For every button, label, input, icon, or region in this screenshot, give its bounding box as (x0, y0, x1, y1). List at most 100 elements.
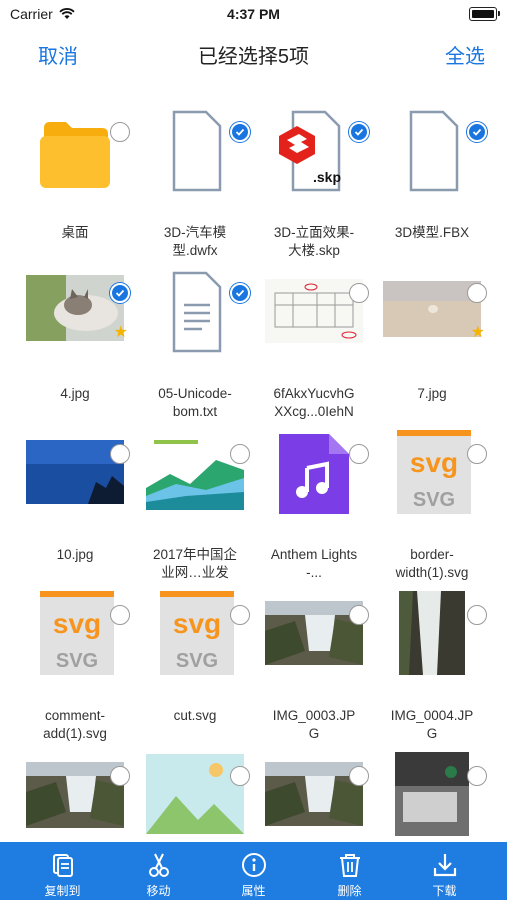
file-name: 7.jpg (417, 386, 447, 401)
file-icon: svg SVG (383, 430, 481, 514)
file-name: border- width(1).svg (395, 547, 469, 580)
svg-text:svg: svg (53, 608, 101, 639)
toolbar-button-label: 属性 (241, 884, 266, 898)
toolbar-button-label: 复制到 (44, 884, 81, 898)
file-item[interactable]: 05-Unicode- bom.txt (136, 269, 254, 430)
selection-checkbox[interactable] (349, 605, 369, 625)
selection-checkbox[interactable] (230, 122, 250, 142)
selection-checkbox[interactable] (230, 283, 250, 303)
file-name: 3D-汽车模 型.dwfx (163, 225, 227, 258)
selection-checkbox[interactable] (230, 444, 250, 464)
file-icon (146, 752, 244, 836)
file-icon: svg SVG (146, 591, 244, 675)
file-item[interactable] (136, 752, 254, 841)
file-item[interactable]: 10.jpg (16, 430, 134, 591)
toolbar-button-info[interactable]: 属性 (203, 842, 304, 900)
file-icon: svg SVG (26, 591, 124, 675)
file-icon (265, 430, 363, 514)
file-item[interactable]: IMG_0003.JP G (255, 591, 373, 752)
nav-bar: 取消 已经选择5项 全选 (0, 30, 507, 74)
file-name: 2017年中国企 业网…业发 (152, 547, 238, 580)
file-item[interactable]: svg SVG comment- add(1).svg (16, 591, 134, 752)
file-name: 05-Unicode- bom.txt (158, 386, 232, 419)
svg-text:svg: svg (410, 447, 458, 478)
download-icon (432, 852, 458, 878)
svg-text:SVG: SVG (176, 650, 218, 672)
svg-text:.skp: .skp (313, 169, 341, 185)
trash-icon (337, 852, 363, 878)
star-icon: ★ (470, 324, 485, 341)
file-item[interactable]: 3D-汽车模 型.dwfx (136, 108, 254, 269)
file-name: IMG_0004.JP G (390, 708, 474, 741)
file-name: Anthem Lights -... (270, 547, 358, 580)
file-name: 3D-立面效果- 大楼.skp (273, 225, 355, 258)
selection-checkbox[interactable] (110, 605, 130, 625)
file-item[interactable]: IMG_0004.JP G (373, 591, 491, 752)
file-icon (383, 108, 481, 192)
file-item[interactable]: svg SVG cut.svg (136, 591, 254, 752)
status-time: 4:37 PM (227, 6, 280, 22)
scissors-icon (146, 852, 172, 878)
selection-checkbox[interactable] (467, 605, 487, 625)
selection-checkbox[interactable] (230, 605, 250, 625)
file-item[interactable]: ★ 7.jpg (373, 269, 491, 430)
file-name: 10.jpg (56, 547, 94, 562)
file-item[interactable]: 3D模型.FBX (373, 108, 491, 269)
file-item[interactable]: .skp 3D-立面效果- 大楼.skp (255, 108, 373, 269)
folder-icon (26, 108, 124, 192)
image-thumbnail (265, 752, 363, 836)
file-item[interactable] (255, 752, 373, 841)
toolbar-button-copy-to[interactable]: 复制到 (12, 842, 113, 900)
selection-checkbox[interactable] (467, 766, 487, 786)
toolbar-button-download[interactable]: 下载 (394, 842, 495, 900)
image-thumbnail (26, 430, 124, 514)
file-item[interactable]: ★ 4.jpg (16, 269, 134, 430)
toolbar-button-label: 下载 (432, 884, 457, 898)
file-grid: 桌面 3D-汽车模 型.dwfx .skp 3D-立面效果- 大楼.skp 3D模型.… (0, 108, 507, 841)
info-icon (241, 852, 267, 878)
selection-checkbox[interactable] (349, 444, 369, 464)
file-icon: .skp (265, 108, 363, 192)
selection-checkbox[interactable] (110, 766, 130, 786)
selection-checkbox[interactable] (467, 444, 487, 464)
toolbar-button-trash[interactable]: 删除 (299, 842, 400, 900)
file-name: 6fAkxYucvhG XXcg...0IehN (273, 386, 355, 419)
bottom-toolbar: 复制到 移动 属性 删除 下载 (0, 842, 507, 900)
file-item[interactable]: 桌面 (16, 108, 134, 269)
copy-to-icon (50, 852, 76, 878)
toolbar-button-scissors[interactable]: 移动 (108, 842, 209, 900)
image-thumbnail (265, 591, 363, 675)
battery-icon (469, 7, 500, 21)
file-name: 4.jpg (60, 386, 90, 401)
selection-checkbox[interactable] (110, 122, 130, 142)
status-bar: Carrier 4:37 PM (0, 0, 507, 30)
toolbar-button-label: 移动 (146, 884, 171, 898)
selection-checkbox[interactable] (349, 766, 369, 786)
select-all-button[interactable]: 全选 (445, 40, 485, 69)
image-thumbnail (26, 752, 124, 836)
star-icon: ★ (113, 324, 128, 341)
selection-checkbox[interactable] (467, 283, 487, 303)
file-item[interactable]: svg SVG border- width(1).svg (373, 430, 491, 591)
selection-checkbox[interactable] (349, 283, 369, 303)
file-item[interactable] (373, 752, 491, 841)
file-item[interactable]: 2017年中国企 业网…业发 (136, 430, 254, 591)
page-title: 已经选择5项 (197, 46, 310, 68)
selection-checkbox[interactable] (110, 283, 130, 303)
image-thumbnail (383, 752, 481, 836)
file-item[interactable]: 6fAkxYucvhG XXcg...0IehN (255, 269, 373, 430)
file-item[interactable]: Anthem Lights -... (255, 430, 373, 591)
file-name: 桌面 (61, 225, 89, 240)
file-icon (146, 269, 244, 353)
svg-text:svg: svg (173, 608, 221, 639)
selection-checkbox[interactable] (110, 444, 130, 464)
image-thumbnail (146, 430, 244, 514)
file-name: cut.svg (173, 708, 217, 723)
image-thumbnail (265, 269, 363, 353)
svg-text:SVG: SVG (56, 650, 98, 672)
selection-checkbox[interactable] (230, 766, 250, 786)
selection-checkbox[interactable] (467, 122, 487, 142)
selection-checkbox[interactable] (349, 122, 369, 142)
file-name: IMG_0003.JP G (272, 708, 356, 741)
file-item[interactable] (16, 752, 134, 841)
